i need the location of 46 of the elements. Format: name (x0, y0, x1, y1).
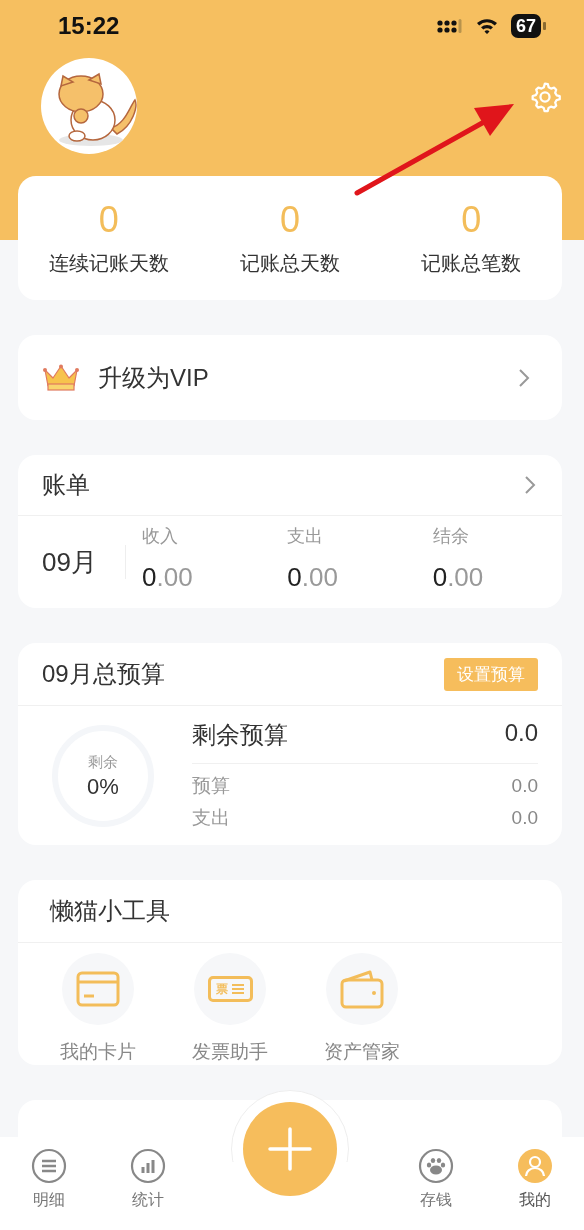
stat-label: 连续记账天数 (48, 250, 169, 276)
amount-label: 支出 (287, 524, 325, 548)
add-button[interactable] (243, 1102, 337, 1196)
ring-label: 剩余 (88, 752, 118, 772)
stat-label: 记账总天数 (240, 250, 340, 276)
paw-icon (418, 1148, 455, 1184)
crown-icon (42, 363, 80, 392)
invoice-icon: 票 (207, 976, 253, 1002)
stat-value: 0 (279, 199, 300, 240)
amount-label: 收入 (142, 524, 179, 548)
stat-value: 0 (461, 199, 482, 240)
tool-label: 发票助手 (192, 1040, 268, 1064)
amount-value: 0.00 (432, 561, 485, 593)
budget-row-value: 0.0 (511, 773, 538, 798)
tab[interactable]: 统计 (98, 1137, 197, 1212)
status-time: 15:22 (58, 12, 121, 40)
stat-label: 记账总笔数 (421, 250, 522, 276)
section-title: 09月总预算 (42, 659, 166, 689)
tab[interactable]: 存钱 (387, 1137, 486, 1212)
tab[interactable]: 我的 (485, 1137, 584, 1212)
budget-row-label: 支出 (192, 805, 230, 830)
bar-chart-icon (129, 1148, 166, 1184)
tab[interactable]: 明细 (0, 1137, 99, 1212)
wallet-icon (340, 969, 384, 1009)
person-icon (516, 1148, 553, 1184)
amount-label: 结余 (432, 524, 470, 548)
section-title: 懒猫小工具 (50, 896, 170, 926)
ring-percent: 0% (87, 773, 119, 800)
remaining-label: 剩余预算 (192, 719, 288, 750)
stat-value: 0 (98, 199, 119, 240)
amount-value: 0.00 (142, 561, 194, 593)
amount-value: 0.00 (287, 561, 339, 593)
tool-label: 资产管家 (324, 1040, 400, 1064)
remaining-value: 0.0 (504, 718, 538, 748)
month-label: 09月 (42, 545, 126, 579)
chevron-right-icon (524, 475, 536, 495)
section-title: 账单 (42, 470, 91, 500)
tool-label: 我的卡片 (60, 1040, 136, 1064)
plus-icon (268, 1127, 312, 1171)
chevron-right-icon (518, 367, 530, 388)
card-icon (76, 971, 120, 1007)
budget-row-label: 预算 (192, 773, 230, 798)
signal-icon (436, 18, 463, 34)
budget-row-value: 0.0 (511, 805, 538, 830)
wifi-icon (474, 17, 499, 35)
list-icon (31, 1148, 68, 1184)
